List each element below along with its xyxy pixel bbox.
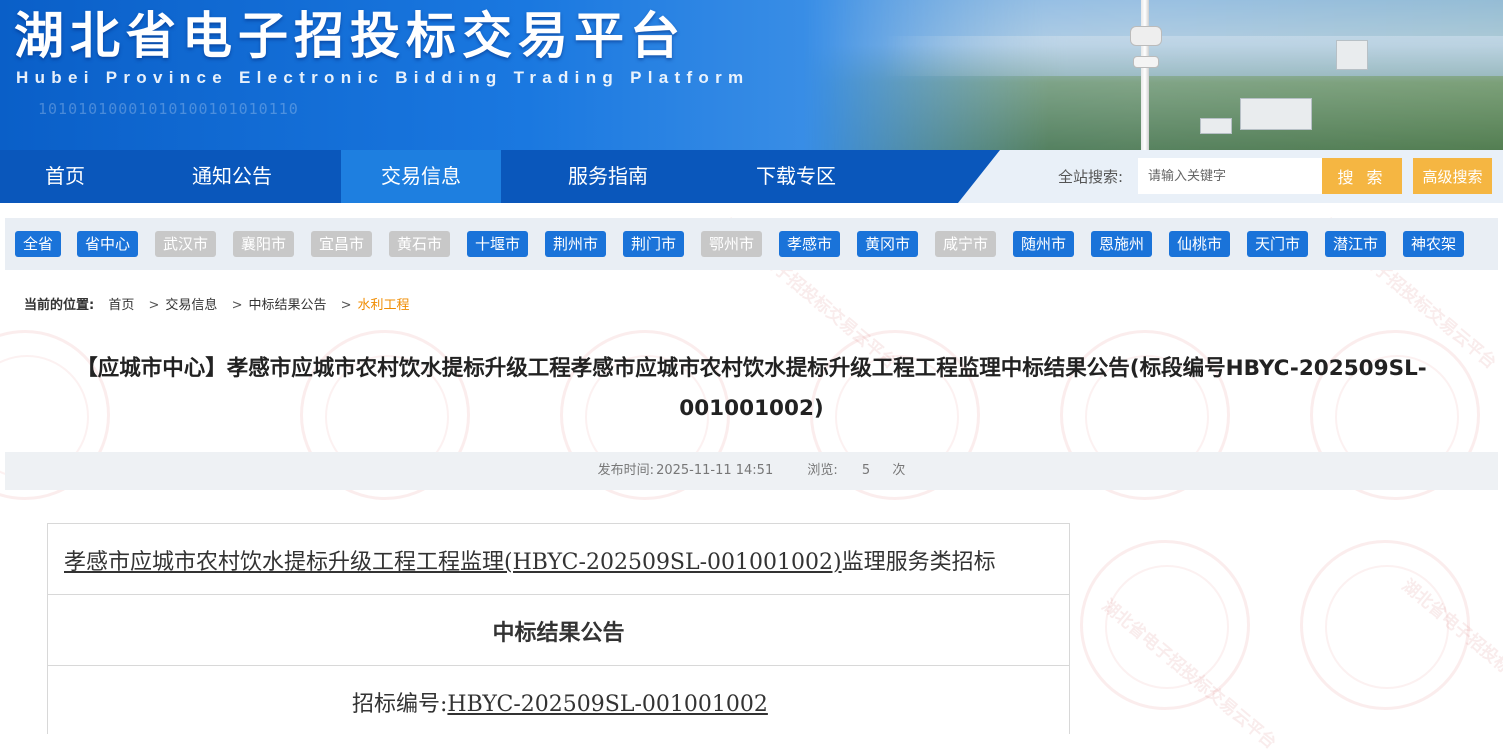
nav-item-service-guide[interactable]: 服务指南 [528,150,688,203]
announcement-document: 孝感市应城市农村饮水提标升级工程工程监理(HBYC-202509SL-00100… [47,523,1070,734]
views-unit: 次 [892,463,906,478]
city-tab[interactable]: 全省 [15,231,62,257]
breadcrumb-separator-icon: > [340,298,352,313]
city-tab[interactable]: 神农架 [1403,231,1465,257]
article-title-line: 【应城市中心】孝感市应城市农村饮水提标升级工程孝感市应城市农村饮水提标升级工程工… [76,356,1427,381]
city-tab[interactable]: 宜昌市 [311,231,373,257]
publish-time-label: 发布时间: [597,463,655,478]
city-tab[interactable]: 省中心 [77,231,139,257]
tender-code-value: HBYC-202509SL-001001002 [447,692,768,717]
city-tab[interactable]: 鄂州市 [701,231,763,257]
city-tab[interactable]: 荆门市 [623,231,685,257]
city-tab[interactable]: 天门市 [1247,231,1309,257]
city-tab[interactable]: 黄冈市 [857,231,919,257]
views-label: 浏览: [807,463,838,478]
tv-tower-graphic [1130,0,1162,150]
nav-item-downloads[interactable]: 下载专区 [716,150,876,203]
document-heading: 中标结果公告 [492,621,625,646]
city-tab[interactable]: 十堰市 [467,231,529,257]
tender-code-label: 招标编号: [352,692,448,717]
breadcrumb: 当前的位置: 首页 > 交易信息 > 中标结果公告 > 水利工程 [24,294,410,313]
project-name: 孝感市应城市农村饮水提标升级工程工程监理(HBYC-202509SL-00100… [64,544,996,576]
banner-building [1200,118,1232,134]
project-type: 监理服务类招标 [841,550,996,575]
search-input[interactable] [1138,158,1322,194]
project-name-link[interactable]: 孝感市应城市农村饮水提标升级工程工程监理(HBYC-202509SL-00100… [64,550,842,575]
city-tab[interactable]: 随州市 [1013,231,1075,257]
city-tab[interactable]: 仙桃市 [1169,231,1231,257]
search-label: 全站搜索: [1058,168,1124,186]
nav-item-notices[interactable]: 通知公告 [152,150,312,203]
search-button[interactable]: 搜 索 [1322,158,1402,194]
site-title: 湖北省电子招投标交易平台 [14,7,686,65]
header-banner: 10101010001010100101010110 湖北省电子招投标交易平台 … [0,0,1503,150]
breadcrumb-current[interactable]: 水利工程 [358,298,410,313]
advanced-search-button[interactable]: 高级搜索 [1413,158,1492,194]
breadcrumb-item[interactable]: 中标结果公告 [248,298,326,313]
document-row: 招标编号:HBYC-202509SL-001001002 [48,666,1069,736]
banner-binary-decoration: 10101010001010100101010110 [38,100,299,118]
breadcrumb-separator-icon: > [231,298,243,313]
breadcrumb-separator-icon: > [148,298,160,313]
city-tab[interactable]: 咸宁市 [935,231,997,257]
nav-item-trade-info[interactable]: 交易信息 [341,150,501,203]
banner-river [883,36,1503,76]
publish-time: 2025-11-11 14:51 [656,463,774,478]
breadcrumb-item[interactable]: 首页 [108,298,134,313]
views-count: 5 [861,463,871,478]
article-title-line: 001001002) [679,396,824,421]
document-row: 孝感市应城市农村饮水提标升级工程工程监理(HBYC-202509SL-00100… [48,524,1069,595]
article-title: 【应城市中心】孝感市应城市农村饮水提标升级工程孝感市应城市农村饮水提标升级工程工… [10,349,1493,429]
tender-code: 招标编号:HBYC-202509SL-001001002 [352,686,768,718]
city-tab[interactable]: 孝感市 [779,231,841,257]
city-tab[interactable]: 潜江市 [1325,231,1387,257]
city-tab[interactable]: 襄阳市 [233,231,295,257]
banner-building [1336,40,1368,70]
article-meta: 发布时间: 2025-11-11 14:51 浏览: 5 次 [5,452,1498,490]
breadcrumb-item[interactable]: 交易信息 [165,298,217,313]
city-tab[interactable]: 武汉市 [155,231,217,257]
city-tab[interactable]: 黄石市 [389,231,451,257]
site-subtitle: Hubei Province Electronic Bidding Tradin… [16,68,750,87]
city-tab[interactable]: 恩施州 [1091,231,1153,257]
nav-item-home[interactable]: 首页 [0,150,130,203]
document-row: 中标结果公告 [48,595,1069,666]
banner-building [1240,98,1312,130]
breadcrumb-label: 当前的位置: [24,298,95,313]
city-tab[interactable]: 荆州市 [545,231,607,257]
